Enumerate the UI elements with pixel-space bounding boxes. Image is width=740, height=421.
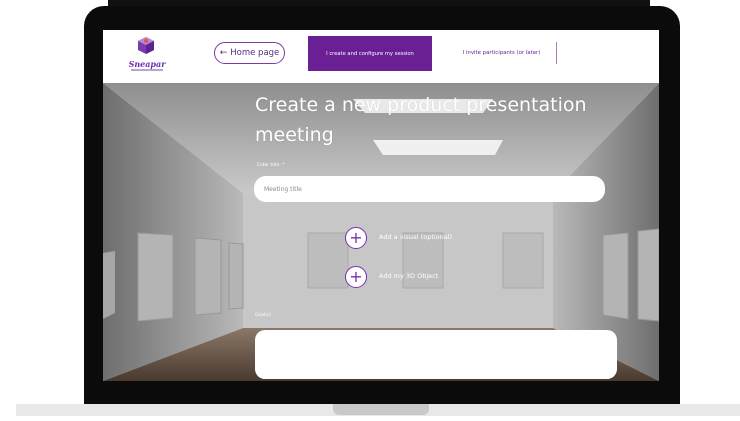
app-logo[interactable]: Sneapar (123, 35, 169, 75)
add-visual-label: Add a visual (optional) (379, 233, 453, 241)
arrow-left-icon: ← (219, 48, 228, 58)
laptop-notch (333, 404, 429, 415)
app-header: Sneapar ← Home page I create and configu… (103, 30, 659, 83)
tab-create-configure-session[interactable]: I create and configure my session (308, 36, 432, 71)
add-visual-button[interactable]: + (345, 227, 367, 249)
logo-text: Sneapar (128, 59, 166, 69)
goals-field-label: Goal(s) (255, 313, 272, 318)
laptop-screen: Sneapar ← Home page I create and configu… (103, 30, 659, 381)
plus-icon: + (349, 228, 363, 247)
logo-cube-icon (138, 37, 154, 54)
add-3d-object-button[interactable]: + (345, 266, 367, 288)
home-page-label: Home page (230, 48, 280, 58)
tab-create-configure-label: I create and configure my session (326, 50, 414, 57)
add-3d-object-label: Add my 3D Object (379, 272, 439, 280)
title-field-label: Enter title: * (257, 163, 285, 168)
goals-textarea[interactable] (255, 330, 617, 379)
logo-underline (131, 69, 163, 71)
tab-invite-participants[interactable]: I invite participants (or later) (447, 42, 557, 64)
meeting-title-input[interactable] (254, 176, 605, 202)
tab-invite-participants-label: I invite participants (or later) (462, 50, 541, 56)
plus-icon: + (349, 267, 363, 286)
page-title: Create a new product presentation meetin… (255, 94, 587, 146)
home-page-button[interactable]: ← Home page (214, 42, 285, 64)
